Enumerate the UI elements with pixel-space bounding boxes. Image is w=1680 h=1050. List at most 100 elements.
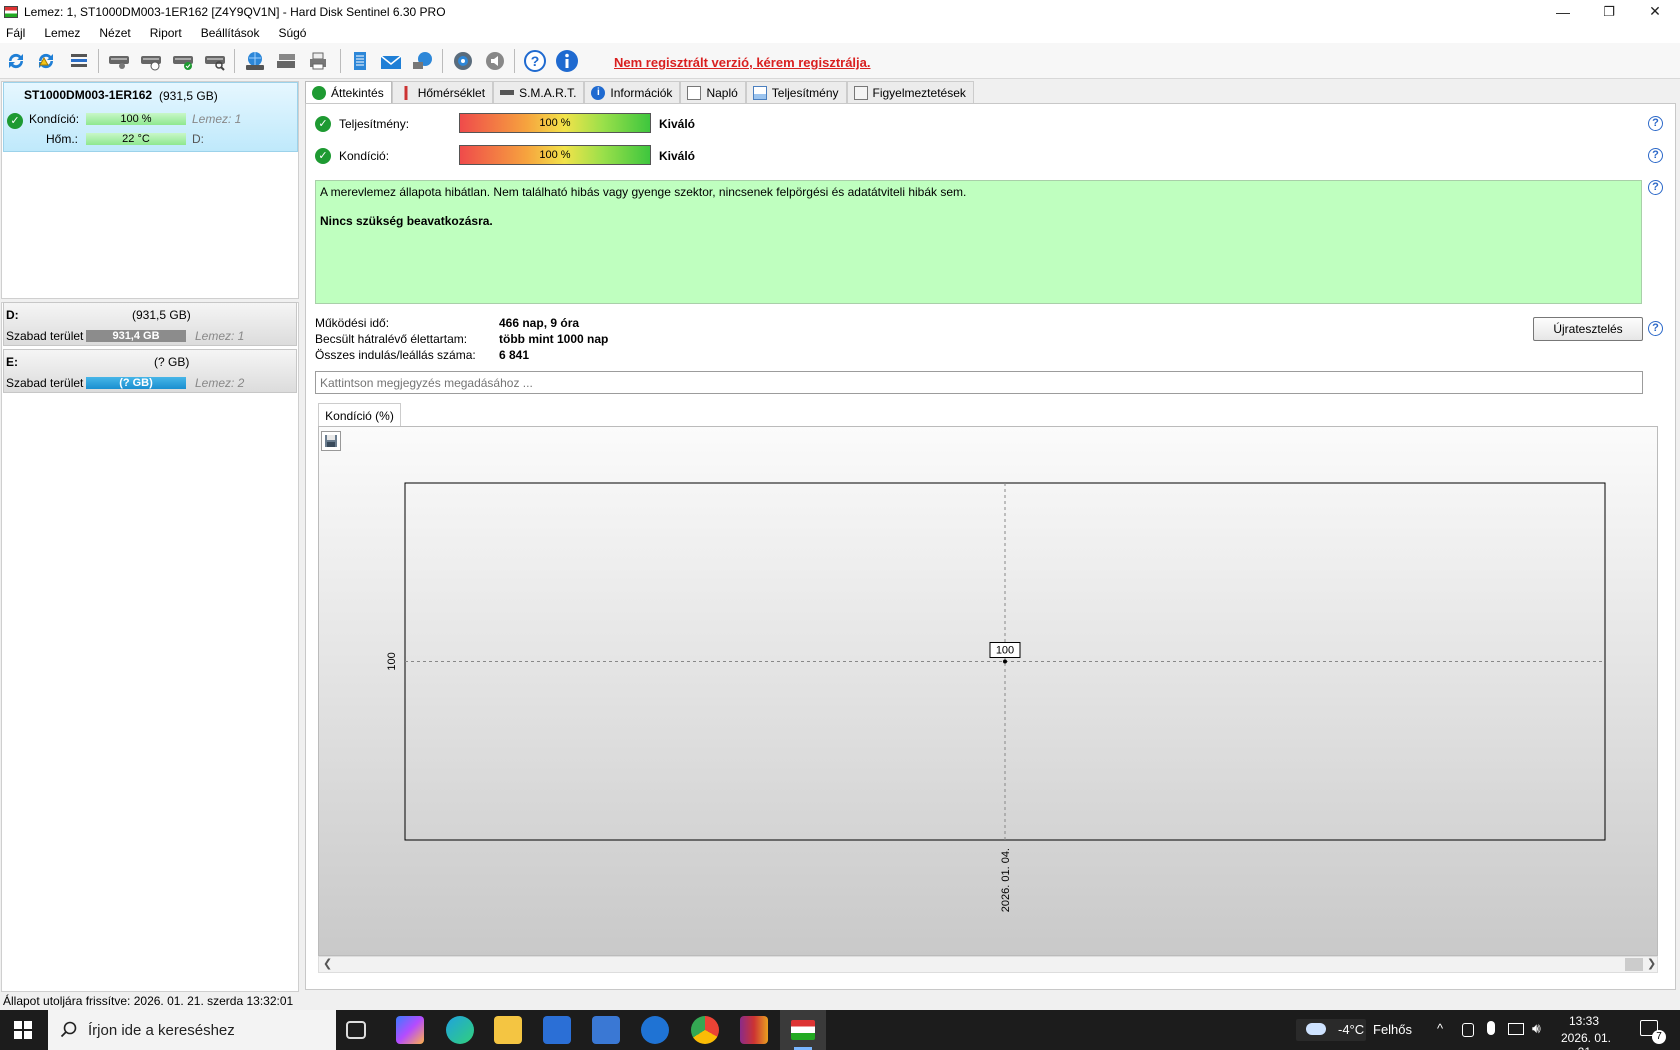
print-icon[interactable] xyxy=(306,48,332,74)
hd-sentinel-icon xyxy=(791,1020,815,1040)
camera-icon[interactable] xyxy=(1462,1023,1474,1037)
disk-temp-label: Hőm.: xyxy=(46,132,79,146)
toolbar-separator xyxy=(514,49,515,73)
help-icon[interactable]: ? xyxy=(1648,180,1663,195)
windows-start-icon[interactable] xyxy=(14,1021,32,1042)
tab-smart[interactable]: S.M.A.R.T. xyxy=(493,81,585,103)
menu-report[interactable]: Riport xyxy=(150,26,182,40)
help-icon[interactable]: ? xyxy=(1648,148,1663,163)
menu-view[interactable]: Nézet xyxy=(99,26,130,40)
data-label: 100 xyxy=(996,645,1014,657)
help-icon[interactable]: ? xyxy=(1648,116,1663,131)
uptime-value: 466 nap, 9 óra xyxy=(499,316,580,330)
settings-gear-icon[interactable] xyxy=(450,48,476,74)
microphone-icon[interactable] xyxy=(1487,1021,1495,1035)
refresh-icon[interactable] xyxy=(3,48,29,74)
x-tick-label: 2026. 01. 04. xyxy=(1000,848,1012,912)
menu-settings[interactable]: Beállítások xyxy=(201,26,260,40)
note-input[interactable] xyxy=(315,371,1643,394)
copilot-icon[interactable] xyxy=(396,1016,424,1044)
store-icon[interactable] xyxy=(543,1016,571,1044)
tab-log[interactable]: Napló xyxy=(680,81,746,103)
network-icon[interactable] xyxy=(410,48,436,74)
app-icon[interactable] xyxy=(641,1016,669,1044)
disk-list-icon[interactable] xyxy=(66,48,92,74)
toolbar: ? Nem regisztrált verzió, kérem regisztr… xyxy=(0,43,1680,79)
file-explorer-icon[interactable] xyxy=(494,1016,522,1044)
email-icon[interactable] xyxy=(378,48,404,74)
tab-label: S.M.A.R.T. xyxy=(519,85,577,100)
thermometer-icon xyxy=(398,85,413,100)
disk-check-icon[interactable] xyxy=(170,48,196,74)
clock-date[interactable]: 2026. 01. 21. xyxy=(1556,1031,1616,1050)
info-icon[interactable] xyxy=(554,48,580,74)
toolbar-separator xyxy=(98,49,99,73)
lifetime-label: Becsült hátralévő élettartam: xyxy=(315,332,468,346)
tray-expand-icon[interactable]: ^ xyxy=(1437,1021,1443,1036)
minimize-button[interactable]: — xyxy=(1540,0,1586,23)
outlook-icon[interactable] xyxy=(592,1016,620,1044)
svg-text:?: ? xyxy=(531,53,540,69)
scroll-thumb[interactable] xyxy=(1625,958,1643,971)
performance-rating: Kiváló xyxy=(659,117,696,131)
globe-disk-icon[interactable] xyxy=(242,48,268,74)
tab-alerts[interactable]: Figyelmeztetések xyxy=(846,81,974,103)
task-view-icon[interactable] xyxy=(346,1021,366,1039)
network-icon[interactable] xyxy=(1508,1023,1524,1035)
volume-disk-ref: Lemez: 1 xyxy=(195,329,245,343)
edge-browser-icon[interactable] xyxy=(446,1016,474,1044)
help-icon[interactable]: ? xyxy=(1648,321,1663,336)
disk-stack-icon[interactable] xyxy=(274,48,300,74)
horizontal-scrollbar[interactable]: ❮ ❯ xyxy=(318,956,1658,973)
volume-free-bar: (? GB) xyxy=(86,377,186,389)
tab-temperature[interactable]: Hőmérséklet xyxy=(391,81,494,103)
volume-icon[interactable]: 🔊︎ xyxy=(1532,1020,1541,1037)
volume-free-bar: 931,4 GB xyxy=(86,330,186,342)
window-title: Lemez: 1, ST1000DM003-1ER162 [Z4Y9QV1N] … xyxy=(24,4,446,19)
disk-size: (931,5 GB) xyxy=(159,89,218,103)
register-link[interactable]: Nem regisztrált verzió, kérem regisztrál… xyxy=(614,55,871,70)
disk-tools-icon[interactable] xyxy=(106,48,132,74)
maximize-button[interactable]: ❐ xyxy=(1586,0,1632,23)
winrar-icon[interactable] xyxy=(740,1016,768,1044)
disk-card[interactable]: ST1000DM003-1ER162 (931,5 GB) ✓ Kondíció… xyxy=(3,82,298,152)
toolbar-separator xyxy=(442,49,443,73)
status-bar: Állapot utoljára frissítve: 2026. 01. 21… xyxy=(0,992,1680,1010)
tab-strip: Áttekintés Hőmérséklet S.M.A.R.T. i Infor… xyxy=(305,81,974,104)
refresh-warning-icon[interactable] xyxy=(33,48,59,74)
menu-file[interactable]: Fájl xyxy=(6,26,25,40)
chrome-icon[interactable] xyxy=(691,1016,719,1044)
volume-letter: D: xyxy=(6,308,19,322)
menu-help[interactable]: Súgó xyxy=(278,26,306,40)
menu-disk[interactable]: Lemez xyxy=(44,26,80,40)
scroll-left-icon[interactable]: ❮ xyxy=(323,957,332,970)
tab-label: Teljesítmény xyxy=(771,85,839,100)
disk-drive-letter: D: xyxy=(192,132,204,146)
taskbar: Írjon ide a kereséshez -4°C Felhős ^ 🔊︎ … xyxy=(0,1010,1680,1050)
disk-schedule-icon[interactable] xyxy=(138,48,164,74)
tab-overview[interactable]: Áttekintés xyxy=(305,81,392,104)
tab-label: Figyelmeztetések xyxy=(872,85,966,100)
menu-bar: Fájl Lemez Nézet Riport Beállítások Súgó xyxy=(0,23,1680,43)
volume-card-e[interactable]: E: (? GB) Szabad terület (? GB) Lemez: 2 xyxy=(3,349,297,393)
status-text: A merevlemez állapota hibátlan. Nem talá… xyxy=(320,185,967,199)
sound-icon[interactable] xyxy=(482,48,508,74)
starts-value: 6 841 xyxy=(499,348,530,362)
scroll-right-icon[interactable]: ❯ xyxy=(1647,957,1656,970)
help-icon[interactable]: ? xyxy=(522,48,548,74)
taskbar-search[interactable]: Írjon ide a kereséshez xyxy=(48,1010,336,1050)
disk-search-icon[interactable] xyxy=(202,48,228,74)
clock-time[interactable]: 13:33 xyxy=(1558,1014,1610,1028)
retest-button[interactable]: Újratesztelés xyxy=(1533,317,1643,341)
cloud-icon xyxy=(1306,1023,1326,1035)
volume-card-d[interactable]: D: (931,5 GB) Szabad terület 931,4 GB Le… xyxy=(3,302,297,346)
condition-label: Kondíció: xyxy=(339,149,390,163)
close-button[interactable]: ✕ xyxy=(1632,0,1678,23)
tab-information[interactable]: i Információk xyxy=(584,81,681,103)
report-list-icon[interactable] xyxy=(347,48,373,74)
tab-performance[interactable]: Teljesítmény xyxy=(745,81,847,103)
tab-condition-chart[interactable]: Kondíció (%) xyxy=(318,403,401,427)
condition-bar: 100 % xyxy=(459,145,651,165)
weather-temp: -4°C xyxy=(1338,1022,1365,1037)
performance-ok-icon: ✓ xyxy=(315,116,331,132)
